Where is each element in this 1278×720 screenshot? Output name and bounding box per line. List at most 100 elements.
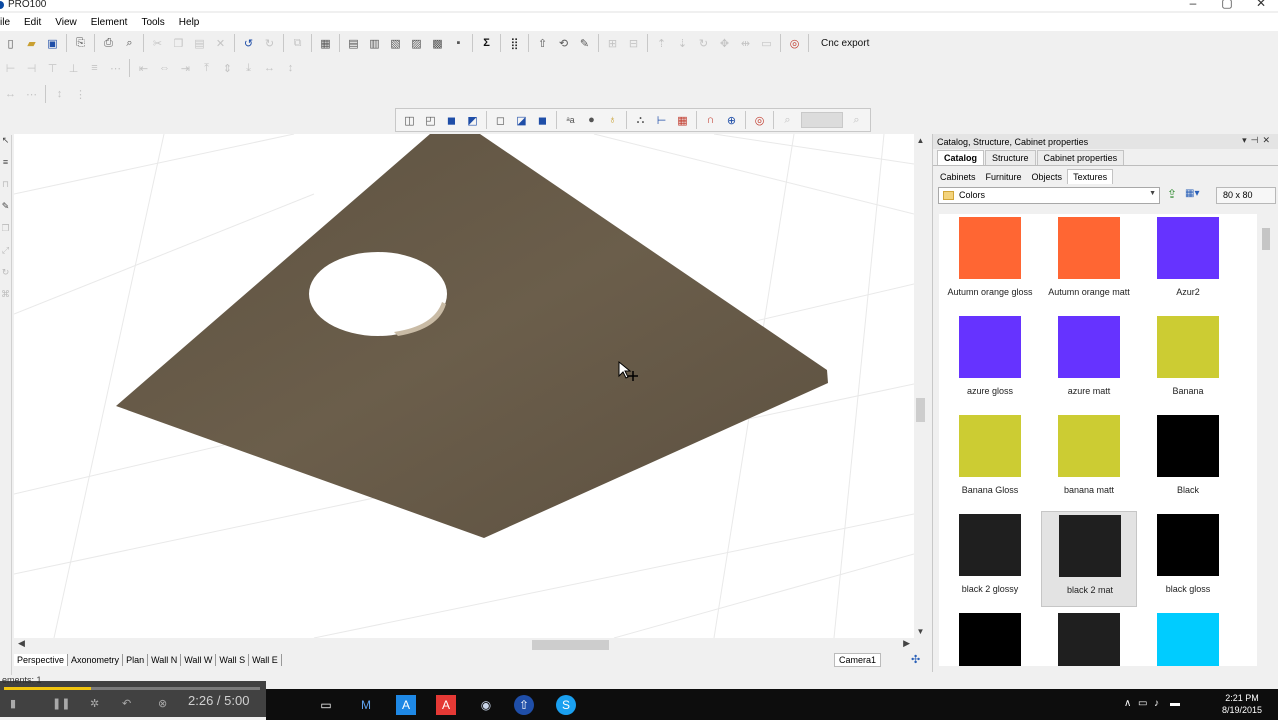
tab-objects[interactable]: Objects	[1027, 170, 1068, 184]
tab-structure[interactable]: Structure	[985, 150, 1036, 165]
zoom-fit-icon[interactable]: ⌕	[847, 111, 866, 130]
cnc-export-button[interactable]: Cnc export	[812, 33, 878, 53]
snap-center-icon[interactable]: ⇔	[155, 59, 174, 78]
magnet-icon[interactable]: ∩	[701, 111, 720, 130]
texture-swatch[interactable]: black 2 mat	[1041, 511, 1137, 607]
pause-icon[interactable]: ❚❚	[52, 697, 70, 710]
pencil-icon[interactable]: ✎	[575, 34, 594, 53]
textured-view-icon[interactable]: ◪	[512, 111, 531, 130]
align-icon[interactable]: ⊞	[603, 34, 622, 53]
maximize-button[interactable]: ▢	[1210, 0, 1244, 10]
equal-width-icon[interactable]: ↔	[260, 59, 279, 78]
redo-icon[interactable]: ↻	[260, 34, 279, 53]
prev-icon[interactable]: ▮	[10, 697, 16, 710]
volume-icon[interactable]: ♪	[1154, 698, 1159, 709]
malwarebytes-icon[interactable]: M	[356, 695, 376, 715]
solid-view-icon[interactable]: ◼	[442, 111, 461, 130]
app-ai-icon[interactable]: A	[436, 695, 456, 715]
undo-video-icon[interactable]: ↶	[122, 697, 131, 710]
tab-plan[interactable]: Plan	[123, 654, 149, 666]
duplicate-tool-icon[interactable]: ❐	[0, 223, 11, 245]
target-icon[interactable]: ◎	[785, 34, 804, 53]
shadow-icon[interactable]: ●	[582, 111, 601, 130]
box-view-icon[interactable]: ◫	[400, 111, 419, 130]
cut-icon[interactable]: ✂	[148, 34, 167, 53]
tab-catalog[interactable]: Catalog	[937, 150, 985, 165]
lower-icon[interactable]: ⇣	[673, 34, 692, 53]
move-icon[interactable]: ✥	[715, 34, 734, 53]
door-tool-icon[interactable]: ⊓	[0, 179, 11, 201]
3d-viewport[interactable]	[14, 134, 914, 638]
spread-icon[interactable]: ⋯	[106, 59, 125, 78]
new-file-icon[interactable]: ▯	[1, 34, 20, 53]
shaded-view-icon[interactable]: ◩	[463, 111, 482, 130]
viewport-horizontal-scrollbar[interactable]: ◀ ▶	[14, 638, 914, 652]
light-bulb-icon[interactable]: ♁	[603, 111, 622, 130]
menu-view[interactable]: View	[48, 17, 84, 28]
texture-swatch[interactable]: Black	[1140, 412, 1236, 508]
close-button[interactable]: ✕	[1244, 0, 1278, 10]
clone-icon[interactable]: ⧉	[288, 34, 307, 53]
scroll-thumb[interactable]	[916, 398, 925, 422]
horizontal-dimension-icon[interactable]: ↔	[1, 85, 20, 104]
task-view-icon[interactable]: ▭	[316, 695, 336, 715]
folder-up-icon[interactable]: ⇪	[1167, 187, 1177, 201]
grid-view-icon[interactable]: ▦	[673, 111, 692, 130]
render-view-icon[interactable]: ◼	[533, 111, 552, 130]
front-view-icon[interactable]: ◻	[491, 111, 510, 130]
sum-icon[interactable]: Σ	[477, 34, 496, 53]
texture-swatch[interactable]	[1041, 610, 1137, 666]
paint-tool-icon[interactable]: ✎	[0, 201, 11, 223]
settings-icon[interactable]: ✲	[90, 697, 99, 710]
select-tool-icon[interactable]: ↖	[0, 135, 11, 157]
align-left-icon[interactable]: ⊢	[1, 59, 20, 78]
align-top-icon[interactable]: ⊤	[43, 59, 62, 78]
texture-swatch[interactable]: azure matt	[1041, 313, 1137, 409]
print-preview-icon[interactable]: ⌕	[120, 34, 139, 53]
snap-left-icon[interactable]: ⇤	[134, 59, 153, 78]
tab-textures[interactable]: Textures	[1067, 169, 1114, 184]
snap-mid-icon[interactable]: ⇕	[218, 59, 237, 78]
tab-wall-w[interactable]: Wall W	[181, 654, 217, 666]
align-right-icon[interactable]: ⊣	[22, 59, 41, 78]
folder-select[interactable]: Colors ▼	[938, 187, 1160, 204]
texture-swatch[interactable]: Autumn orange gloss	[942, 214, 1038, 310]
video-progress-played[interactable]	[4, 687, 91, 690]
labels-icon[interactable]: ᵃa	[561, 111, 580, 130]
undo-icon[interactable]: ↺	[239, 34, 258, 53]
distribute-icon[interactable]: ⊟	[624, 34, 643, 53]
tab-axonometry[interactable]: Axonometry	[68, 654, 124, 666]
app-a-icon[interactable]: A	[396, 695, 416, 715]
measure-icon[interactable]: ⊢	[652, 111, 671, 130]
save-icon[interactable]: ▣	[43, 34, 62, 53]
texture-swatch[interactable]: Azur2	[1140, 214, 1236, 310]
move-up-icon[interactable]: ⇧	[533, 34, 552, 53]
zoom-icon[interactable]: ⌕	[778, 111, 797, 130]
vertical-dimension-icon[interactable]: ↕	[50, 85, 69, 104]
scroll-thumb[interactable]	[1262, 228, 1270, 250]
stop-icon[interactable]: ⊗	[158, 697, 167, 710]
texture-swatch[interactable]: Banana Gloss	[942, 412, 1038, 508]
texture-swatch[interactable]: Autumn orange matt	[1041, 214, 1137, 310]
board-panel[interactable]	[116, 134, 828, 538]
properties-icon[interactable]: ▦	[316, 34, 335, 53]
pro100-app-icon[interactable]: ⇧	[514, 695, 534, 715]
menu-help[interactable]: Help	[172, 17, 207, 28]
snap-bottom-icon[interactable]: ⤓	[239, 59, 258, 78]
texture-swatch[interactable]: Banana	[1140, 313, 1236, 409]
presentation-icon[interactable]: ▩	[428, 34, 447, 53]
texture-swatch[interactable]: black 2 glossy	[942, 511, 1038, 607]
raise-icon[interactable]: ⇡	[652, 34, 671, 53]
keyboard-icon[interactable]: ▬	[1170, 698, 1180, 709]
menu-file[interactable]: ile	[0, 17, 17, 28]
walk-icon[interactable]: ⛬	[631, 111, 650, 130]
delete-icon[interactable]: ✕	[211, 34, 230, 53]
panel-controls[interactable]: ▾⊣✕	[1242, 135, 1274, 146]
elements-list-icon[interactable]: ▧	[386, 34, 405, 53]
video-progress-remaining[interactable]	[91, 687, 260, 690]
orbit-icon[interactable]: ⊕	[722, 111, 741, 130]
report-icon[interactable]: ▤	[344, 34, 363, 53]
menu-tools[interactable]: Tools	[134, 17, 171, 28]
clock[interactable]: 2:21 PM 8/19/2015	[1222, 692, 1262, 716]
resize-tool-icon[interactable]: ⤢	[0, 245, 11, 267]
